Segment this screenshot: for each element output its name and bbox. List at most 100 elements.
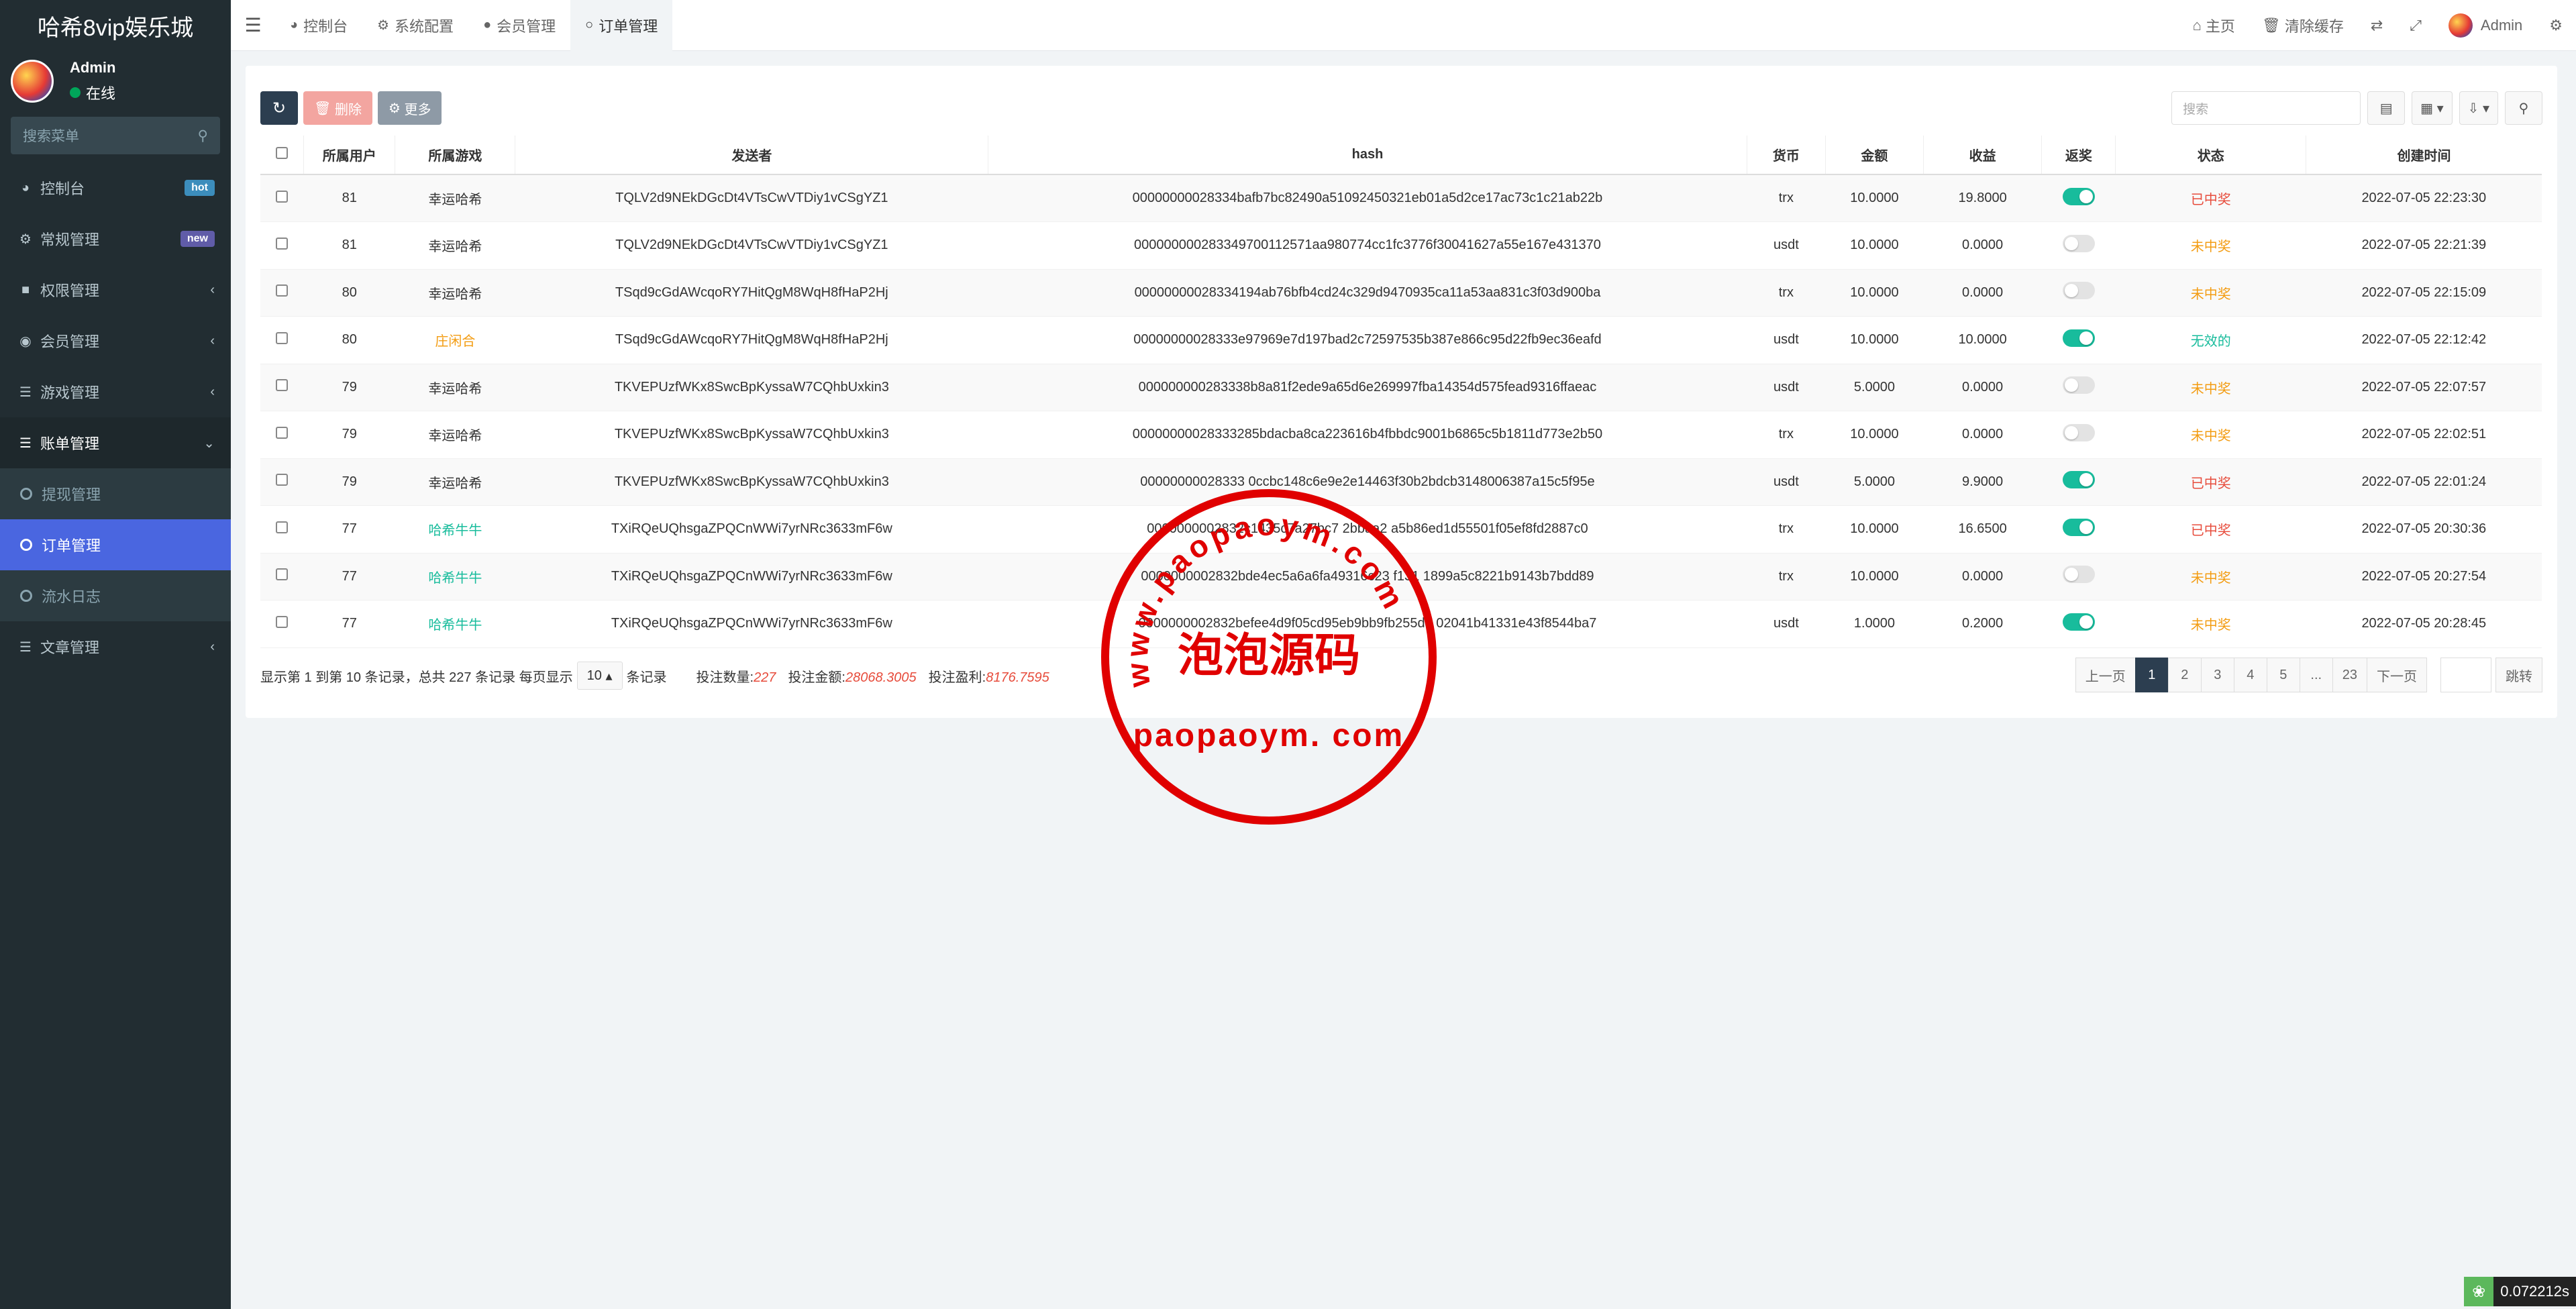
refund-toggle[interactable] [2062, 423, 2095, 441]
sidebar-search-input[interactable]: 搜索菜单 ⚲ [11, 117, 220, 154]
refund-toggle[interactable] [2062, 187, 2095, 205]
table-row[interactable]: 77 哈希牛牛 TXiRQeUQhsgaZPQCnWWi7yrNRc3633mF6w… [260, 553, 2542, 600]
table-row[interactable]: 77 哈希牛牛 TXiRQeUQhsgaZPQCnWWi7yrNRc3633mF6w… [260, 600, 2542, 648]
more-button[interactable]: ⚙ 更多 [377, 91, 442, 125]
refund-toggle[interactable] [2062, 518, 2095, 536]
user-menu[interactable]: Admin [2435, 13, 2536, 38]
page-button[interactable]: 3 [2200, 658, 2234, 692]
refund-toggle[interactable] [2062, 329, 2095, 347]
table-row[interactable]: 79 幸运哈希 TKVEPUzfWKx8SwcBpKyssaW7CQhbUxkin3… [260, 458, 2542, 506]
column-header[interactable]: 状态 [2115, 136, 2307, 175]
row-select-cell[interactable] [260, 221, 304, 270]
tab-members[interactable]: ● 会员管理 [468, 0, 570, 51]
cell-refund[interactable] [2041, 316, 2116, 364]
page-button[interactable]: 5 [2266, 658, 2300, 692]
language-icon[interactable]: ⇄ [2357, 17, 2396, 34]
sidebar-item-articles[interactable]: ☰ 文章管理 ‹ [0, 621, 231, 672]
column-header[interactable]: 所属游戏 [395, 136, 516, 175]
table-row[interactable]: 77 哈希牛牛 TXiRQeUQhsgaZPQCnWWi7yrNRc3633mF6w… [260, 505, 2542, 554]
columns-icon[interactable]: ▦ ▾ [2412, 91, 2453, 125]
row-select-cell[interactable] [260, 174, 304, 222]
row-checkbox[interactable] [276, 237, 289, 250]
next-page-button[interactable]: 下一页 [2367, 658, 2427, 692]
refund-toggle[interactable] [2062, 376, 2095, 395]
column-header[interactable]: 发送者 [515, 136, 989, 175]
table-row[interactable]: 79 幸运哈希 TKVEPUzfWKx8SwcBpKyssaW7CQhbUxkin3… [260, 411, 2542, 459]
cell-refund[interactable] [2041, 269, 2116, 317]
jump-page-input[interactable] [2440, 658, 2491, 692]
column-header[interactable]: hash [988, 136, 1747, 175]
row-select-cell[interactable] [260, 505, 304, 554]
clear-cache-button[interactable]: 🗑 清除缓存 [2249, 15, 2357, 36]
brand-logo[interactable]: 哈希8vip娱乐城 [0, 0, 231, 51]
table-row[interactable]: 81 幸运哈希 TQLV2d9NEkDGcDt4VTsCwVTDiy1vCSgYZ1… [260, 174, 2542, 222]
search-icon[interactable]: ⚲ [198, 127, 208, 144]
row-checkbox[interactable] [276, 190, 289, 203]
page-button[interactable]: 4 [2233, 658, 2267, 692]
cell-refund[interactable] [2041, 411, 2116, 459]
column-header[interactable]: 创建时间 [2306, 136, 2542, 175]
row-select-cell[interactable] [260, 411, 304, 459]
page-button[interactable]: 2 [2167, 658, 2202, 692]
cell-refund[interactable] [2041, 505, 2116, 554]
table-row[interactable]: 79 幸运哈希 TKVEPUzfWKx8SwcBpKyssaW7CQhbUxkin3… [260, 364, 2542, 411]
cell-refund[interactable] [2041, 174, 2116, 222]
select-all-cell[interactable] [260, 136, 305, 175]
table-row[interactable]: 80 幸运哈希 TSqd9cGdAWcqoRY7HitQgM8WqH8fHaP2Hj… [260, 269, 2542, 317]
column-header[interactable]: 金额 [1825, 136, 1924, 175]
prev-page-button[interactable]: 上一页 [2075, 658, 2136, 692]
sidebar-item-orders[interactable]: 订单管理 [0, 519, 231, 570]
tab-system-config[interactable]: ⚙ 系统配置 [362, 0, 468, 51]
row-checkbox[interactable] [276, 474, 289, 486]
column-header[interactable]: 货币 [1747, 136, 1826, 175]
sidebar-item-games[interactable]: ☰ 游戏管理 ‹ [0, 366, 231, 417]
menu-toggle-icon[interactable]: ☰ [231, 14, 275, 36]
select-all-checkbox[interactable] [276, 146, 289, 159]
row-checkbox[interactable] [276, 568, 289, 581]
refresh-button[interactable]: ↻ [260, 91, 298, 125]
refund-toggle[interactable] [2062, 234, 2095, 252]
refund-toggle[interactable] [2062, 282, 2095, 300]
row-select-cell[interactable] [260, 364, 304, 411]
column-header[interactable]: 返奖 [2041, 136, 2116, 175]
table-search-input[interactable]: 搜索 [2171, 91, 2361, 125]
export-icon[interactable]: ⇩ ▾ [2459, 91, 2498, 125]
sidebar-item-flow-log[interactable]: 流水日志 [0, 570, 231, 621]
row-checkbox[interactable] [276, 331, 289, 344]
delete-button[interactable]: 🗑 删除 [303, 91, 372, 125]
cell-refund[interactable] [2041, 221, 2116, 270]
tab-orders[interactable]: ○ 订单管理 [570, 0, 673, 51]
column-header[interactable]: 所属用户 [303, 136, 396, 175]
sidebar-item-permission[interactable]: ■ 权限管理 ‹ [0, 264, 231, 315]
row-checkbox[interactable] [276, 379, 289, 392]
jump-button[interactable]: 跳转 [2495, 658, 2542, 692]
row-checkbox[interactable] [276, 615, 289, 628]
cell-refund[interactable] [2041, 553, 2116, 600]
cell-refund[interactable] [2041, 458, 2116, 506]
row-select-cell[interactable] [260, 316, 304, 364]
toggle-view-icon[interactable]: ▤ [2367, 91, 2406, 125]
row-select-cell[interactable] [260, 269, 304, 317]
sidebar-item-general[interactable]: ⚙ 常规管理 new [0, 213, 231, 264]
row-select-cell[interactable] [260, 553, 304, 600]
refund-toggle[interactable] [2062, 566, 2095, 584]
fullscreen-icon[interactable]: ⤢ [2396, 17, 2435, 34]
row-checkbox[interactable] [276, 284, 289, 297]
page-button[interactable]: 1 [2134, 658, 2169, 692]
row-checkbox[interactable] [276, 521, 289, 533]
home-link[interactable]: ⌂ 主页 [2179, 15, 2249, 36]
refund-toggle[interactable] [2062, 613, 2095, 631]
page-button[interactable]: 23 [2332, 658, 2367, 692]
sidebar-item-members[interactable]: ◉ 会员管理 ‹ [0, 315, 231, 366]
sidebar-item-withdraw[interactable]: 提现管理 [0, 468, 231, 519]
sidebar-item-billing[interactable]: ☰ 账单管理 ⌄ [0, 417, 231, 468]
row-select-cell[interactable] [260, 458, 304, 506]
page-size-select[interactable]: 10 ▴ [576, 662, 623, 690]
table-row[interactable]: 81 幸运哈希 TQLV2d9NEkDGcDt4VTsCwVTDiy1vCSgYZ1… [260, 221, 2542, 270]
sidebar-item-dashboard[interactable]: ◕ 控制台 hot [0, 162, 231, 213]
tab-dashboard[interactable]: ◕ 控制台 [275, 0, 362, 51]
column-header[interactable]: 收益 [1923, 136, 2043, 175]
refund-toggle[interactable] [2062, 471, 2095, 489]
cell-refund[interactable] [2041, 600, 2116, 648]
cell-refund[interactable] [2041, 364, 2116, 411]
